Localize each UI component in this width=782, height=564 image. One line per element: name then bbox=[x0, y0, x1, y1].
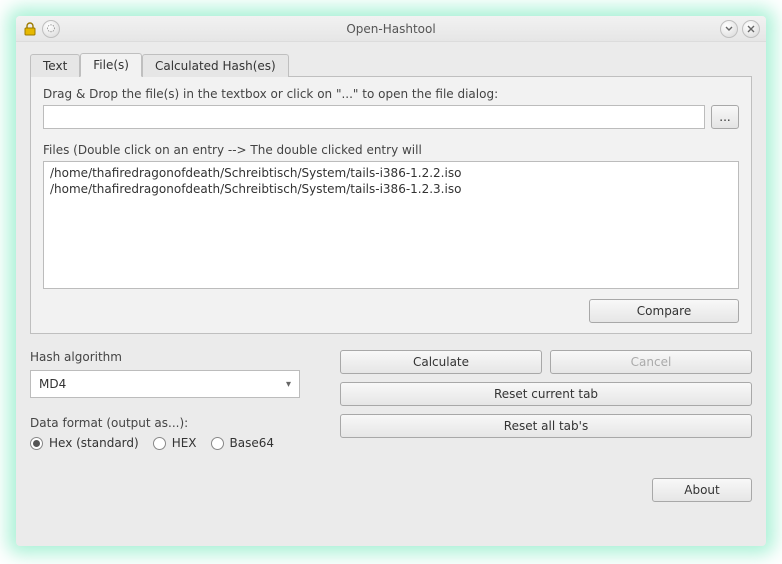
tab-files[interactable]: File(s) bbox=[80, 53, 142, 77]
close-button[interactable] bbox=[742, 20, 760, 38]
titlebar-circle-icon[interactable]: ◌ bbox=[42, 20, 60, 38]
list-item[interactable]: /home/thafiredragonofdeath/Schreibtisch/… bbox=[50, 166, 732, 182]
radio-dot-icon bbox=[153, 437, 166, 450]
titlebar: ◌ Open-Hashtool bbox=[16, 16, 766, 42]
radio-dot-icon bbox=[211, 437, 224, 450]
radio-dot-icon bbox=[30, 437, 43, 450]
tab-calculated[interactable]: Calculated Hash(es) bbox=[142, 54, 289, 77]
reset-current-button[interactable]: Reset current tab bbox=[340, 382, 752, 406]
minimize-button[interactable] bbox=[720, 20, 738, 38]
lock-icon bbox=[22, 21, 38, 37]
reset-all-button[interactable]: Reset all tab's bbox=[340, 414, 752, 438]
tab-text[interactable]: Text bbox=[30, 54, 80, 77]
radio-hex-upper[interactable]: HEX bbox=[153, 436, 197, 450]
hash-algo-select[interactable]: MD4 ▾ bbox=[30, 370, 300, 398]
files-list-label: Files (Double click on an entry --> The … bbox=[43, 143, 739, 157]
data-format-label: Data format (output as...): bbox=[30, 416, 300, 430]
chevron-down-icon: ▾ bbox=[286, 379, 291, 390]
cancel-button: Cancel bbox=[550, 350, 752, 374]
compare-button[interactable]: Compare bbox=[589, 299, 739, 323]
calculate-button[interactable]: Calculate bbox=[340, 350, 542, 374]
hash-algo-label: Hash algorithm bbox=[30, 350, 300, 364]
list-item[interactable]: /home/thafiredragonofdeath/Schreibtisch/… bbox=[50, 182, 732, 198]
files-tab-pane: Drag & Drop the file(s) in the textbox o… bbox=[30, 76, 752, 334]
about-button[interactable]: About bbox=[652, 478, 752, 502]
hash-algo-value: MD4 bbox=[39, 377, 66, 391]
window-title: Open-Hashtool bbox=[16, 22, 766, 36]
browse-button[interactable]: ... bbox=[711, 105, 739, 129]
tab-bar: Text File(s) Calculated Hash(es) bbox=[30, 52, 752, 76]
drag-drop-label: Drag & Drop the file(s) in the textbox o… bbox=[43, 87, 739, 101]
files-listbox[interactable]: /home/thafiredragonofdeath/Schreibtisch/… bbox=[43, 161, 739, 289]
radio-base64[interactable]: Base64 bbox=[211, 436, 275, 450]
data-format-radios: Hex (standard) HEX Base64 bbox=[30, 436, 300, 450]
radio-hex-standard[interactable]: Hex (standard) bbox=[30, 436, 139, 450]
window-frame: ◌ Open-Hashtool Text File(s) Calculated … bbox=[16, 16, 766, 546]
file-path-input[interactable] bbox=[43, 105, 705, 129]
